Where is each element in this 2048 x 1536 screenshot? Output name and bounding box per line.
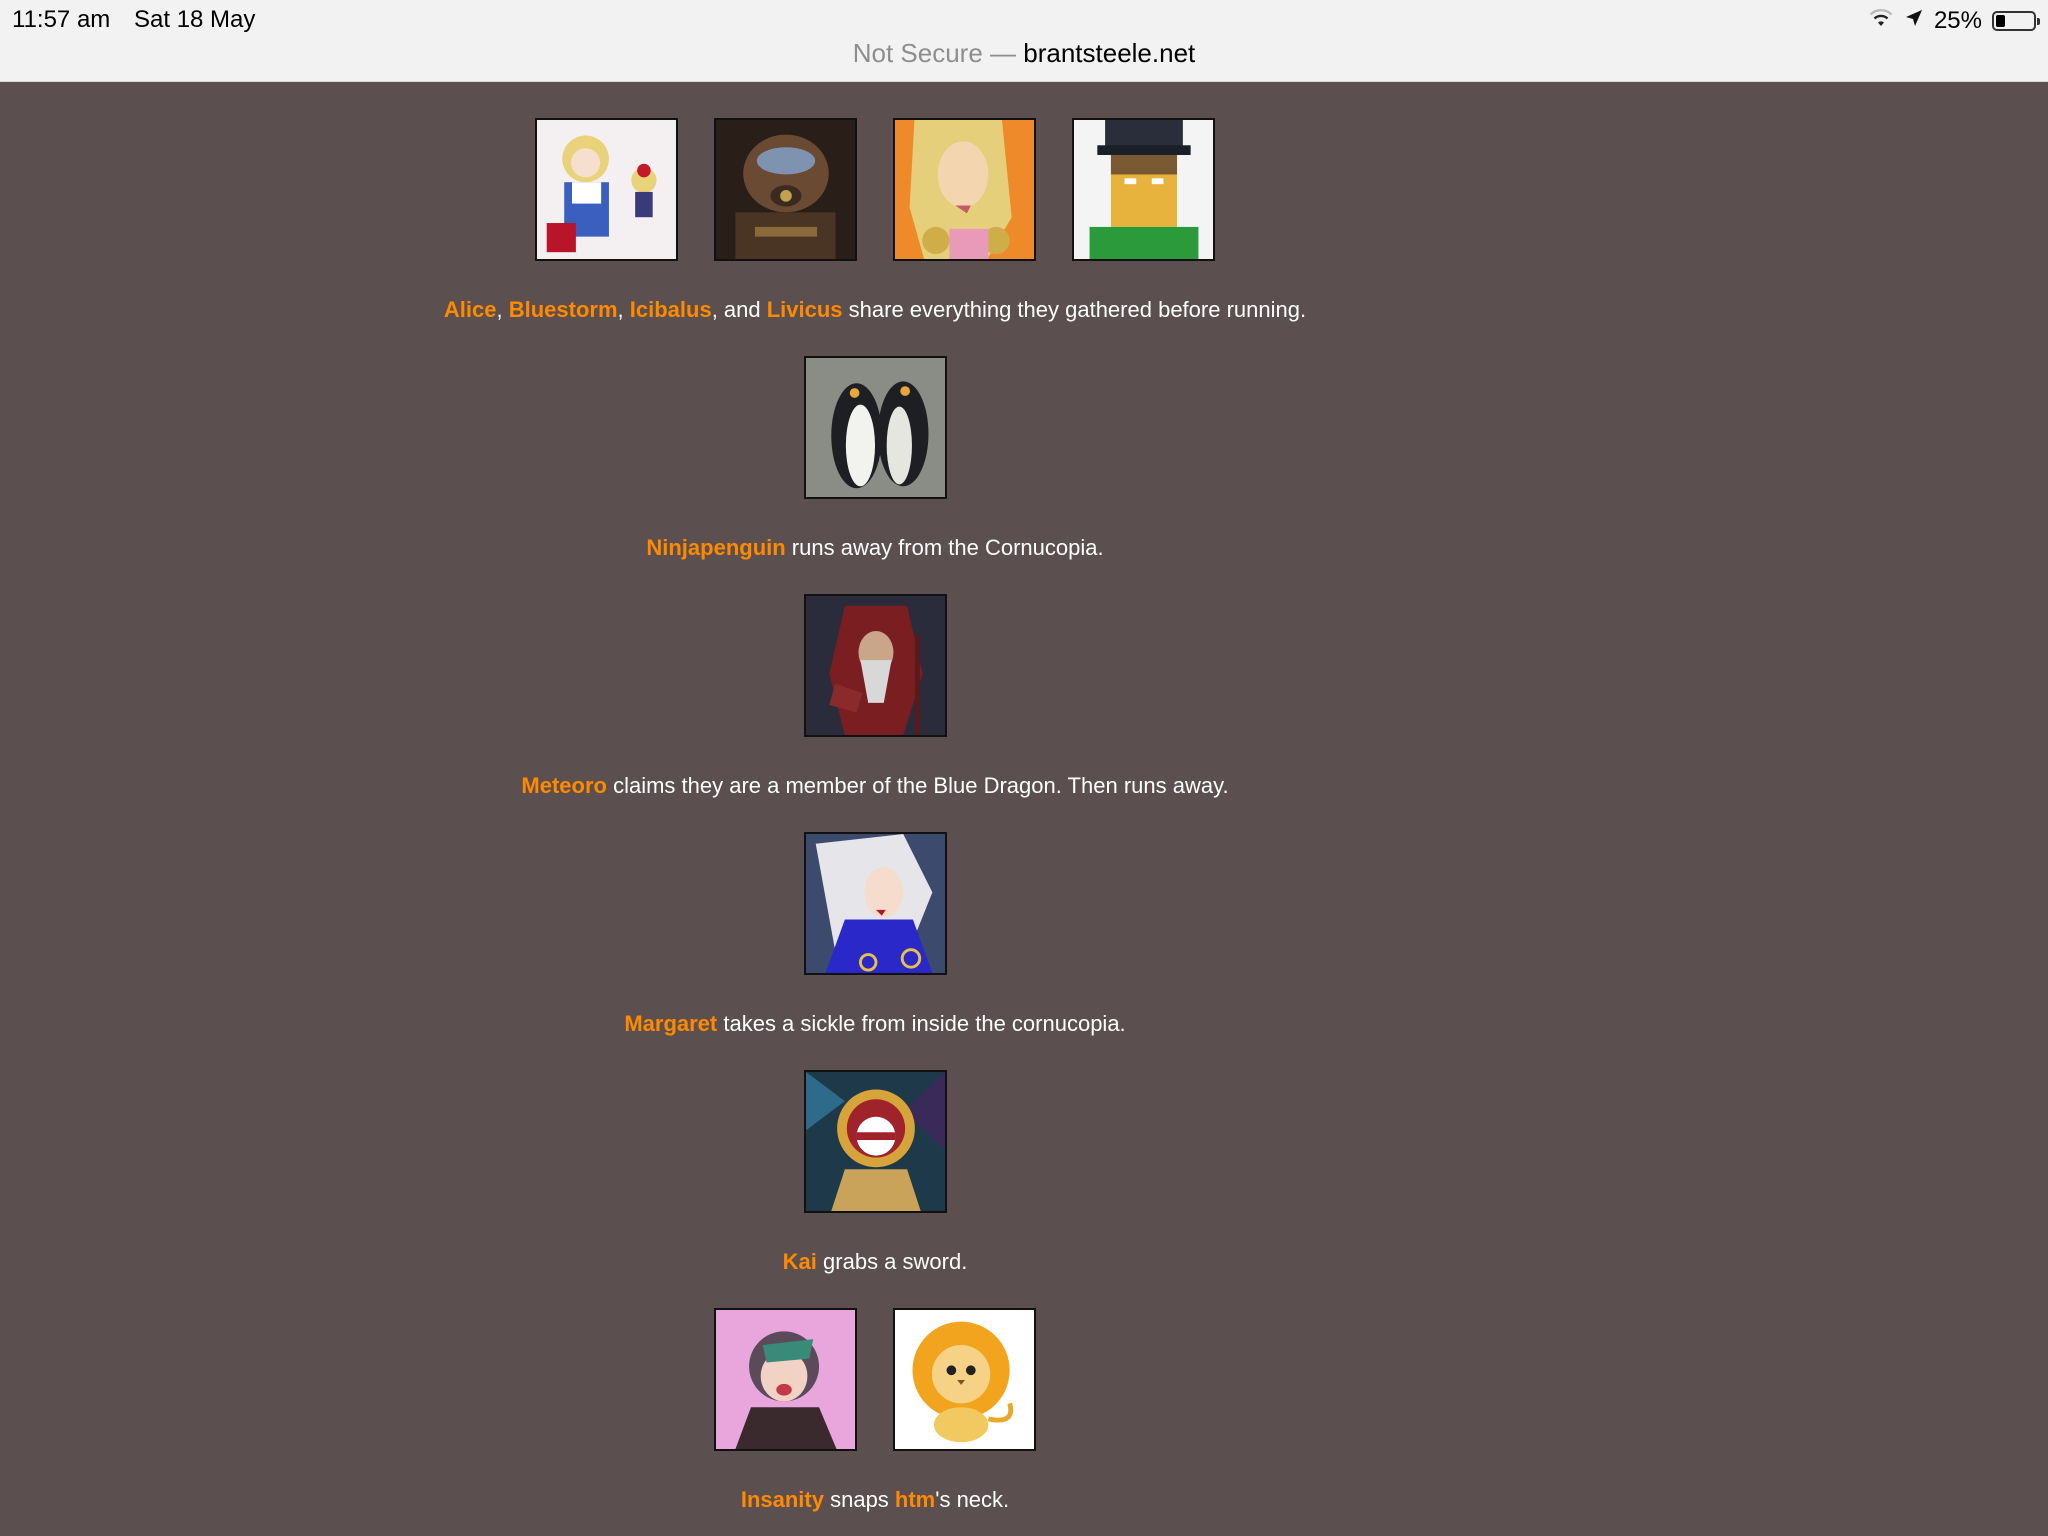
event-text-segment: runs away from the Cornucopia. — [785, 535, 1104, 560]
tribute-name[interactable]: Meteoro — [521, 773, 607, 798]
tribute-images — [0, 118, 1750, 261]
event-text-segment: , — [617, 297, 630, 322]
event-text: Kai grabs a sword. — [0, 1249, 1750, 1275]
battery-level-fill — [1996, 15, 2005, 27]
status-date: Sat 18 May — [134, 6, 256, 33]
event-text: Alice, Bluestorm, Icibalus, and Livicus … — [0, 297, 1750, 323]
url-bar[interactable]: Not Secure — brantsteele.net — [0, 38, 2048, 69]
event-block: Insanity snaps htm's neck. — [0, 1308, 1750, 1513]
event-block: Kai grabs a sword. — [0, 1070, 1750, 1275]
tribute-name[interactable]: Livicus — [767, 297, 843, 322]
event-block: Alice, Bluestorm, Icibalus, and Livicus … — [0, 118, 1750, 323]
tribute-image-livicus — [1072, 118, 1215, 261]
status-indicators: 25% — [1868, 6, 2040, 36]
battery-percentage: 25% — [1933, 7, 1982, 34]
tribute-name[interactable]: htm — [895, 1487, 935, 1512]
status-time: 11:57 am — [12, 6, 111, 33]
not-secure-label: Not Secure — — [852, 38, 1017, 68]
tribute-name[interactable]: Icibalus — [630, 297, 712, 322]
tribute-images — [0, 832, 1750, 975]
tribute-name[interactable]: Alice — [444, 297, 497, 322]
tribute-images — [0, 594, 1750, 737]
tribute-image-alice — [535, 118, 678, 261]
event-text-segment: snaps — [823, 1487, 895, 1512]
event-text: Margaret takes a sickle from inside the … — [0, 1011, 1750, 1037]
event-text-segment: , — [496, 297, 509, 322]
event-text-segment: takes a sickle from inside the cornucopi… — [717, 1011, 1126, 1036]
event-text: Insanity snaps htm's neck. — [0, 1487, 1750, 1513]
tribute-image-margaret — [803, 832, 947, 975]
url-host: brantsteele.net — [1023, 38, 1196, 68]
tribute-name[interactable]: Margaret — [624, 1011, 717, 1036]
tribute-name[interactable]: Insanity — [741, 1487, 824, 1512]
battery-icon — [1992, 11, 2040, 31]
event-block: Ninjapenguin runs away from the Cornucop… — [0, 356, 1750, 561]
event-text-segment: grabs a sword. — [816, 1249, 968, 1274]
tribute-image-ninjapenguin — [803, 356, 947, 499]
event-text-segment: share everything they gathered before ru… — [842, 297, 1307, 322]
event-text: Meteoro claims they are a member of the … — [0, 773, 1750, 799]
event-text-segment: claims they are a member of the Blue Dra… — [606, 773, 1229, 798]
event-text-segment: 's neck. — [935, 1487, 1010, 1512]
tribute-image-bluestorm — [714, 118, 857, 261]
tribute-images — [0, 1308, 1750, 1451]
wifi-icon — [1868, 7, 1894, 35]
browser-status-bar: 11:57 am Sat 18 May 25% Not Secure — bra… — [0, 0, 2048, 82]
event-text: Ninjapenguin runs away from the Cornucop… — [0, 535, 1750, 561]
tribute-image-icibalus — [893, 118, 1036, 261]
tribute-name[interactable]: Bluestorm — [509, 297, 618, 322]
tribute-name[interactable]: Kai — [783, 1249, 817, 1274]
tribute-images — [0, 356, 1750, 499]
tribute-image-insanity — [714, 1308, 857, 1451]
event-block: Margaret takes a sickle from inside the … — [0, 832, 1750, 1037]
tribute-images — [0, 1070, 1750, 1213]
tribute-image-kai — [803, 1070, 947, 1213]
tribute-name[interactable]: Ninjapenguin — [646, 535, 785, 560]
tribute-image-meteoro — [803, 594, 947, 737]
tribute-image-htm — [893, 1308, 1036, 1451]
event-text-segment: , and — [711, 297, 767, 322]
location-arrow-icon — [1904, 7, 1924, 35]
event-block: Meteoro claims they are a member of the … — [0, 594, 1750, 799]
